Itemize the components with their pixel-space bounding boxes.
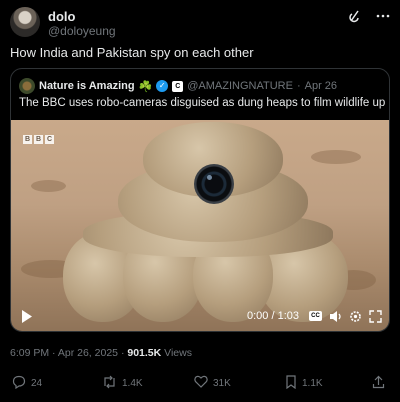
dung-camera-image	[63, 122, 348, 322]
tweet-text: How India and Pakistan spy on each other	[10, 45, 254, 60]
separator-dot: ·	[296, 80, 301, 92]
settings-gear-icon[interactable]	[349, 310, 362, 326]
heart-icon	[194, 375, 208, 391]
author-handle[interactable]: @doloyeung	[48, 24, 116, 39]
share-button[interactable]	[372, 375, 385, 392]
watermark-letter: C	[45, 135, 54, 144]
quoted-date[interactable]: Apr 26	[305, 80, 337, 92]
bookmark-count: 1.1K	[302, 378, 323, 389]
like-button[interactable]: 31K	[194, 375, 231, 391]
repost-count: 1.4K	[122, 378, 143, 389]
repost-icon	[102, 375, 117, 392]
bookmark-button[interactable]: 1.1K	[285, 375, 323, 392]
repost-button[interactable]: 1.4K	[102, 375, 143, 392]
separator-dot: ·	[120, 347, 125, 359]
header-actions	[348, 9, 390, 26]
author-name[interactable]: dolo	[48, 9, 116, 24]
clover-emoji: ☘️	[138, 80, 153, 93]
camera-lens	[194, 164, 234, 204]
tweet-meta: 6:09 PM · Apr 26, 2025 · 901.5K Views	[10, 347, 192, 359]
verified-badge-icon: ✓	[156, 80, 169, 92]
captions-icon[interactable]: CC	[309, 311, 322, 321]
like-count: 31K	[213, 377, 231, 389]
watermark-letter: B	[34, 135, 43, 144]
views-count: 901.5K	[127, 347, 162, 359]
quoted-header: Nature is Amazing ☘️ ✓ C @AMAZINGNATURE …	[19, 78, 337, 94]
quoted-author-name[interactable]: Nature is Amazing	[39, 80, 135, 92]
watermark-letter: B	[23, 135, 32, 144]
play-icon[interactable]	[21, 310, 33, 326]
author-info[interactable]: dolo @doloyeung	[48, 9, 116, 39]
avatar[interactable]	[10, 7, 40, 37]
post-time[interactable]: 6:09 PM	[10, 347, 49, 359]
quoted-tweet[interactable]: Nature is Amazing ☘️ ✓ C @AMAZINGNATURE …	[10, 68, 390, 332]
reply-count: 24	[31, 378, 43, 389]
tweet-header: dolo @doloyeung	[10, 7, 390, 39]
bookmark-icon	[285, 375, 297, 392]
volume-icon[interactable]	[329, 310, 343, 326]
affiliate-badge-icon: C	[172, 80, 184, 92]
fullscreen-icon[interactable]	[369, 310, 382, 326]
separator-dot: ·	[52, 347, 56, 359]
action-bar: 24 1.4K 31K 1.1K	[10, 375, 390, 395]
video-controls: 0:00 / 1:03 CC	[11, 302, 389, 331]
views-label: Views	[164, 347, 192, 359]
post-date[interactable]: Apr 26, 2025	[58, 347, 118, 359]
reply-icon	[12, 375, 26, 392]
quoted-text: The BBC uses robo-cameras disguised as d…	[19, 97, 390, 109]
quoted-avatar[interactable]	[19, 78, 35, 94]
quoted-author-handle[interactable]: @AMAZINGNATURE	[187, 80, 293, 92]
share-icon	[372, 375, 385, 392]
grok-icon[interactable]	[348, 9, 362, 26]
video-time: 0:00 / 1:03	[247, 310, 299, 322]
more-icon[interactable]	[376, 9, 390, 26]
bbc-watermark-logo: B B C	[23, 135, 54, 144]
reply-button[interactable]: 24	[12, 375, 42, 392]
video-player[interactable]: B B C 0:00 / 1:03 CC	[11, 120, 389, 331]
